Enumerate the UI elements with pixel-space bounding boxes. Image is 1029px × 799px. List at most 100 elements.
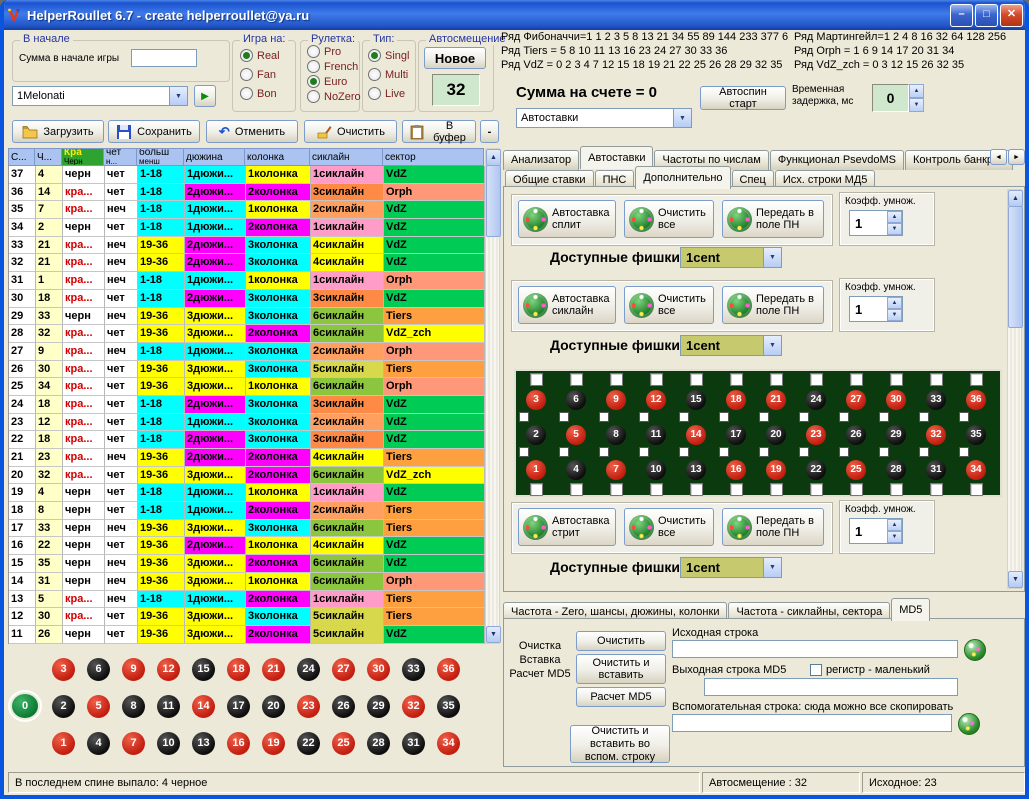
board-cell[interactable]: 27 [836, 387, 876, 412]
split-checkbox[interactable] [599, 412, 609, 422]
scrollbar-thumb[interactable] [486, 165, 501, 237]
bet-checkbox[interactable] [650, 373, 663, 386]
split-checkbox[interactable] [719, 412, 729, 422]
tab-scroll-left[interactable]: ◄ [990, 149, 1007, 165]
chevron-down-icon[interactable]: ▼ [763, 248, 781, 267]
play-button[interactable]: ▶ [194, 85, 216, 107]
bet-checkbox[interactable] [530, 483, 543, 496]
scroll-down-icon[interactable]: ▼ [1008, 571, 1023, 588]
panel-scrollbar[interactable]: ▲ ▼ [1007, 189, 1022, 589]
radio-nozero[interactable]: NoZero [307, 90, 361, 103]
board-number[interactable]: 5 [87, 695, 110, 718]
split-checkbox[interactable] [959, 447, 969, 457]
board-number[interactable]: 21 [766, 390, 786, 410]
split-checkbox[interactable] [519, 412, 529, 422]
board-cell[interactable]: 17 [221, 688, 256, 725]
spin-up-icon[interactable]: ▲ [909, 84, 924, 98]
autobet-sixline-button[interactable]: Автоставка сиклайн [518, 286, 616, 324]
spin-down-icon[interactable]: ▼ [887, 531, 902, 543]
register-checkbox[interactable] [810, 664, 822, 676]
md5-clear-paste-button[interactable]: Очистить и вставить [576, 654, 666, 684]
board-cell[interactable]: 12 [636, 387, 676, 412]
bet-checkbox[interactable] [570, 483, 583, 496]
table-row[interactable]: 374чернчет1-181дюжи...1колонка1сиклайнVd… [9, 166, 485, 184]
board-cell[interactable]: 32 [396, 688, 431, 725]
md5-clear-paste-aux-button[interactable]: Очистить и вставить во вспом. строку [570, 725, 670, 763]
table-row[interactable]: 3321кра...неч19-362дюжи...3колонка4сикла… [9, 237, 485, 255]
frequency-tab[interactable]: MD5 [891, 598, 930, 621]
table-row[interactable]: 2032кра...чет19-363дюжи...2колонка6сикла… [9, 467, 485, 485]
street-chips-combo[interactable]: 1cent ▼ [680, 557, 782, 578]
table-row[interactable]: 1230кра...чет19-363дюжи...3колонка5сикла… [9, 608, 485, 626]
street-koeff-spinner[interactable]: 1 ▲▼ [849, 518, 903, 544]
to-buffer-button[interactable]: В буфер [402, 120, 476, 143]
board-cell[interactable]: 31 [916, 457, 956, 482]
board-number[interactable]: 21 [262, 658, 285, 681]
board-number[interactable]: 19 [766, 460, 786, 480]
bet-checkbox[interactable] [930, 483, 943, 496]
split-checkbox[interactable] [919, 412, 929, 422]
board-cell[interactable]: 11 [151, 688, 186, 725]
table-row[interactable]: 357кра...неч1-181дюжи...1колонка2сиклайн… [9, 201, 485, 219]
board-number[interactable]: 22 [297, 732, 320, 755]
board-number[interactable]: 36 [437, 658, 460, 681]
radio-euro[interactable]: Euro [307, 75, 347, 88]
board-cell[interactable]: 19 [756, 457, 796, 482]
board-number[interactable]: 24 [806, 390, 826, 410]
split-checkbox[interactable] [639, 412, 649, 422]
board-cell[interactable]: 33 [396, 651, 431, 688]
board-number[interactable]: 34 [437, 732, 460, 755]
board-cell[interactable]: 1 [516, 457, 556, 482]
spin-down-icon[interactable]: ▼ [909, 98, 924, 112]
board-number[interactable]: 11 [646, 425, 666, 445]
spin-down-icon[interactable]: ▼ [887, 223, 902, 235]
board-cell[interactable]: 35 [956, 422, 996, 447]
table-row[interactable]: 2933черннеч19-363дюжи...3колонка6сиклайн… [9, 308, 485, 326]
split-checkbox[interactable] [599, 447, 609, 457]
board-number[interactable]: 27 [332, 658, 355, 681]
board-cell[interactable]: 21 [256, 651, 291, 688]
split-checkbox[interactable] [799, 412, 809, 422]
spin-up-icon[interactable]: ▲ [887, 297, 902, 309]
sixline-clear-all-button[interactable]: Очистить все [624, 286, 714, 324]
split-checkbox[interactable] [839, 447, 849, 457]
split-checkbox[interactable] [719, 447, 729, 457]
board-number[interactable]: 1 [526, 460, 546, 480]
board-number[interactable]: 20 [262, 695, 285, 718]
split-checkbox[interactable] [519, 447, 529, 457]
column-header[interactable]: КраЧерн [62, 148, 104, 166]
board-number[interactable]: 5 [566, 425, 586, 445]
radio-multi[interactable]: Multi [368, 68, 408, 81]
scroll-down-icon[interactable]: ▼ [486, 626, 501, 643]
table-row[interactable]: 194чернчет1-181дюжи...1колонка1сиклайнVd… [9, 484, 485, 502]
split-chips-combo[interactable]: 1cent ▼ [680, 247, 782, 268]
board-cell[interactable]: 31 [396, 725, 431, 762]
board-number[interactable]: 14 [192, 695, 215, 718]
clear-button[interactable]: Очистить [304, 120, 397, 143]
autospin-start-button[interactable]: Автоспин старт [700, 86, 786, 110]
board-number[interactable]: 13 [192, 732, 215, 755]
board-cell[interactable]: 32 [916, 422, 956, 447]
board-number[interactable]: 14 [686, 425, 706, 445]
board-cell[interactable]: 15 [186, 651, 221, 688]
board-cell[interactable]: 24 [291, 651, 326, 688]
bet-checkbox[interactable] [810, 483, 823, 496]
md5-source-input[interactable] [672, 640, 958, 658]
board-number[interactable]: 2 [52, 695, 75, 718]
maximize-button[interactable]: □ [975, 4, 998, 27]
board-number[interactable]: 35 [966, 425, 986, 445]
bet-checkbox[interactable] [530, 373, 543, 386]
scroll-up-icon[interactable]: ▲ [486, 149, 501, 166]
board-number[interactable]: 7 [122, 732, 145, 755]
column-header[interactable]: сектор [383, 148, 484, 166]
board-number[interactable]: 23 [806, 425, 826, 445]
board-cell[interactable]: 28 [876, 457, 916, 482]
table-row[interactable]: 311кра...неч1-181дюжи...1колонка1сиклайн… [9, 272, 485, 290]
board-number[interactable]: 24 [297, 658, 320, 681]
board-number[interactable]: 30 [367, 658, 390, 681]
table-row[interactable]: 2312кра...чет1-181дюжи...3колонка2сиклай… [9, 414, 485, 432]
board-number[interactable]: 3 [526, 390, 546, 410]
board-cell[interactable]: 36 [431, 651, 466, 688]
chevron-down-icon[interactable]: ▼ [169, 87, 187, 105]
split-checkbox[interactable] [759, 412, 769, 422]
